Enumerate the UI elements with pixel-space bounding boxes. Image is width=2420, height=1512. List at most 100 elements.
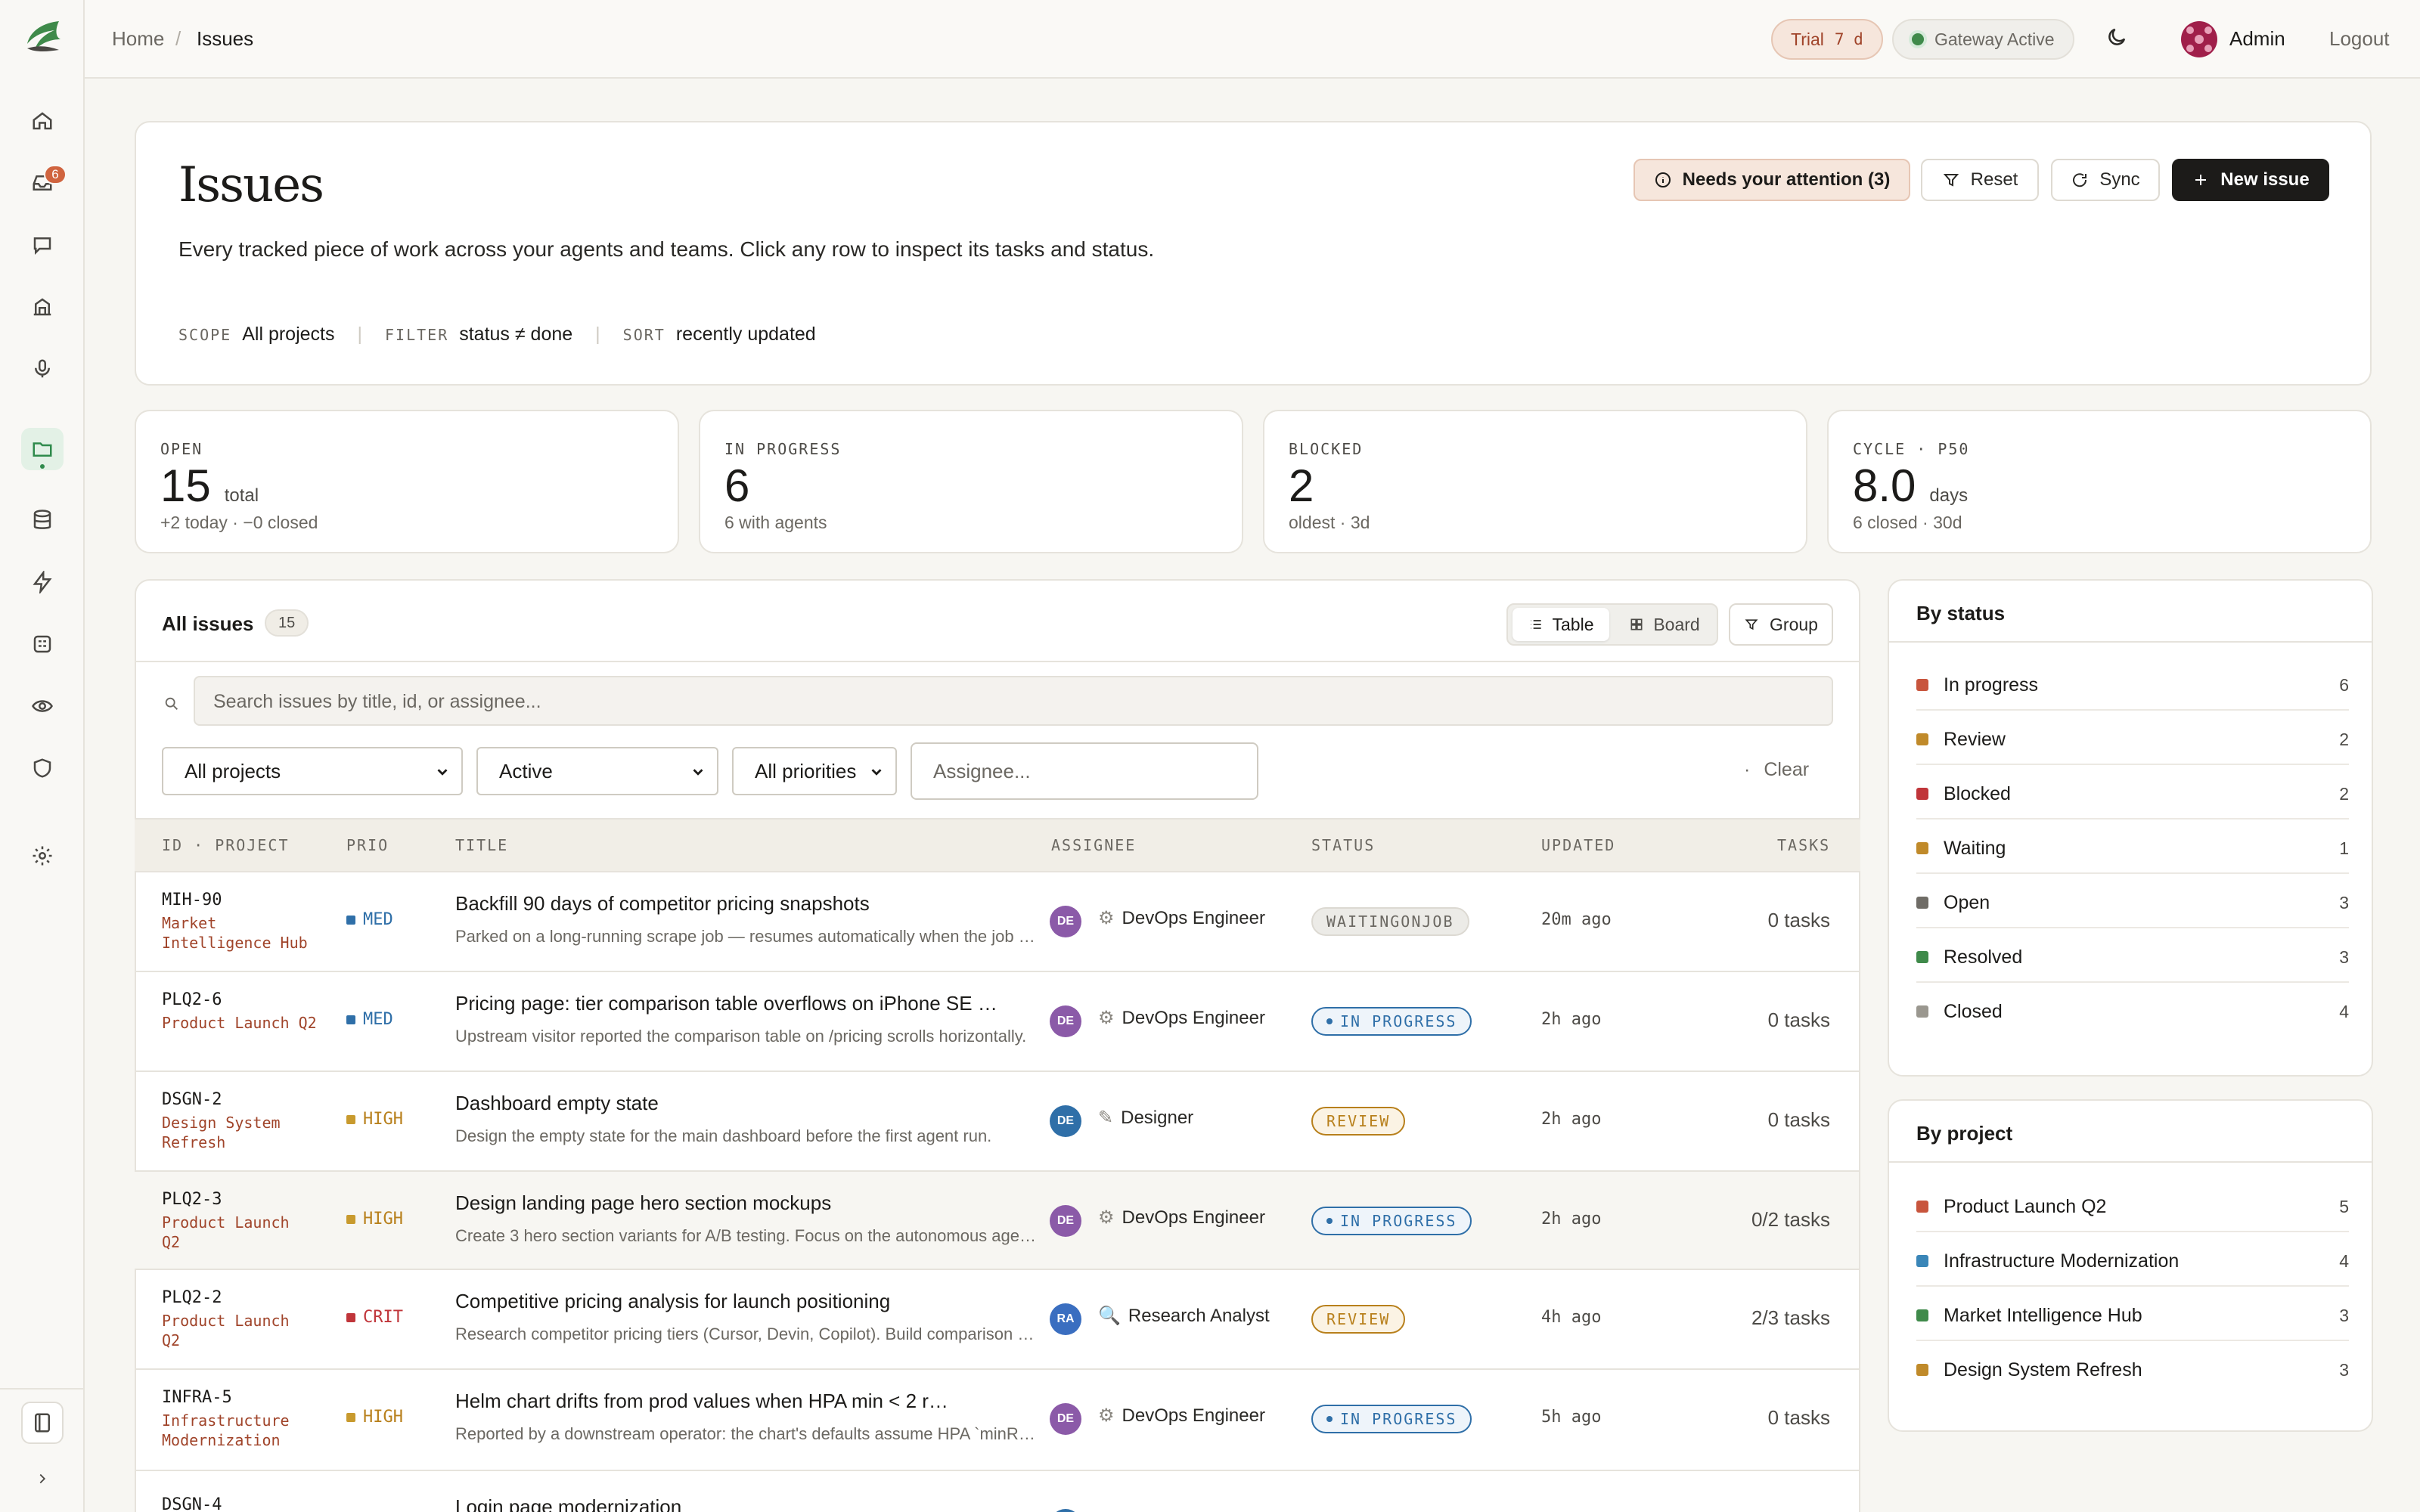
sidebar-expand-button[interactable] <box>21 1458 64 1500</box>
column-header-title[interactable]: TITLE <box>455 836 508 854</box>
column-header-id-project[interactable]: ID · PROJECT <box>162 836 290 854</box>
project-summary-count: 4 <box>2339 1251 2349 1271</box>
nav-home[interactable] <box>21 100 64 142</box>
issues-count-badge: 15 <box>265 609 309 637</box>
theme-toggle[interactable] <box>2105 26 2133 53</box>
project-summary-count: 3 <box>2339 1360 2349 1380</box>
status-badge: WAITINGONJOB <box>1311 907 1469 936</box>
table-row[interactable]: PLQ2-6 Product Launch Q2 MED Pricing pag… <box>135 972 1859 1072</box>
priority-filter-value: All priorities <box>755 759 857 782</box>
nav-organization[interactable] <box>21 286 64 328</box>
by-status-title: By status <box>1916 602 2006 624</box>
assignee-filter-input[interactable]: Assignee... <box>911 742 1258 800</box>
nav-issues[interactable] <box>21 428 64 470</box>
status-summary-row[interactable]: Blocked 2 <box>1916 765 2349 820</box>
stat-value: 15 total <box>160 460 259 512</box>
stat-label: IN PROGRESS <box>724 440 842 458</box>
issue-id: PLQ2-3 <box>162 1190 222 1209</box>
project-filter-select[interactable]: All projects <box>162 747 463 795</box>
table-row[interactable]: DSGN-2 Design System Refresh HIGH Dashbo… <box>135 1072 1859 1172</box>
issue-project: Product Launch Q2 <box>162 1014 317 1032</box>
status-summary-row[interactable]: Resolved 3 <box>1916 928 2349 983</box>
assignee-name: DevOps Engineer <box>1122 907 1265 928</box>
status-label: IN PROGRESS <box>1340 1212 1457 1230</box>
status-summary-row[interactable]: Waiting 1 <box>1916 820 2349 874</box>
clear-filters-button[interactable]: · Clear <box>1744 759 1809 781</box>
status-summary-row[interactable]: Review 2 <box>1916 711 2349 765</box>
status-summary-count: 3 <box>2339 947 2349 967</box>
trial-badge[interactable]: Trial 7 d <box>1771 19 1883 60</box>
table-row[interactable]: PLQ2-2 Product Launch Q2 CRIT Competitiv… <box>135 1270 1859 1370</box>
chevron-down-icon <box>871 769 882 776</box>
status-summary-row[interactable]: Open 3 <box>1916 874 2349 928</box>
priority-label: CRIT <box>363 1308 403 1327</box>
table-row[interactable]: PLQ2-3 Product Launch Q2 HIGH Design lan… <box>135 1172 1859 1270</box>
clear-dot: · <box>1744 759 1751 780</box>
priority-filter-select[interactable]: All priorities <box>732 747 897 795</box>
issue-description: Design the empty state for the main dash… <box>455 1126 992 1145</box>
filter-icon <box>1745 619 1758 631</box>
status-filter-select[interactable]: Active <box>476 747 718 795</box>
status-dot <box>1326 1218 1333 1224</box>
nav-inbox[interactable]: 6 <box>21 162 67 204</box>
avatar[interactable] <box>2181 21 2217 57</box>
status-summary-label: Open <box>1944 892 1990 913</box>
column-header-updated[interactable]: UPDATED <box>1541 836 1615 854</box>
status-summary-row[interactable]: In progress 6 <box>1916 656 2349 711</box>
search-placeholder: Search issues by title, id, or assignee.… <box>213 691 541 712</box>
assignee: ⚙ DevOps Engineer <box>1098 907 1265 929</box>
nav-data[interactable] <box>21 499 64 541</box>
nav-voice[interactable] <box>21 348 64 390</box>
status-summary-label: Resolved <box>1944 947 2023 968</box>
column-header-tasks[interactable]: TASKS <box>1777 836 1830 854</box>
status-summary-row[interactable]: Closed 4 <box>1916 983 2349 1037</box>
nav-chat[interactable] <box>21 224 64 266</box>
status-dot <box>1326 1018 1333 1024</box>
status-label: IN PROGRESS <box>1340 1410 1457 1428</box>
sync-button[interactable]: Sync <box>2051 159 2160 201</box>
user-name[interactable]: Admin <box>2229 27 2285 51</box>
logout-link[interactable]: Logout <box>2329 27 2390 51</box>
nav-security[interactable] <box>21 747 64 789</box>
stat-card-blocked: BLOCKED 2 oldest · 3d <box>1263 410 1807 553</box>
chevron-down-icon <box>693 769 703 776</box>
reset-button[interactable]: Reset <box>1921 159 2039 201</box>
priority-badge: MED <box>346 1010 393 1029</box>
stat-unit: days <box>1929 485 1969 506</box>
breadcrumb-home[interactable]: Home <box>112 27 164 51</box>
view-board-tab[interactable]: Board <box>1615 608 1714 641</box>
project-summary-row[interactable]: Design System Refresh 3 <box>1916 1341 2349 1396</box>
column-header-status[interactable]: STATUS <box>1311 836 1375 854</box>
project-summary-row[interactable]: Product Launch Q2 5 <box>1916 1178 2349 1232</box>
project-summary-label: Product Launch Q2 <box>1944 1196 2107 1217</box>
breadcrumb-separator: / <box>175 27 182 50</box>
app-logo[interactable] <box>21 17 64 59</box>
nav-monitor[interactable] <box>21 685 64 727</box>
table-row[interactable]: INFRA-5 Infrastructure Modernization HIG… <box>135 1370 1859 1471</box>
column-header-assignee[interactable]: ASSIGNEE <box>1051 836 1136 854</box>
project-summary-row[interactable]: Market Intelligence Hub 3 <box>1916 1287 2349 1341</box>
query-summary: SCOPE All projects | FILTER status ≠ don… <box>178 324 816 345</box>
project-summary-label: Design System Refresh <box>1944 1359 2142 1380</box>
needs-attention-button[interactable]: Needs your attention (3) <box>1634 159 1910 201</box>
user-avatar-pattern <box>2186 26 2212 52</box>
issue-project: Infrastructure Modernization <box>162 1411 290 1449</box>
group-button[interactable]: Group <box>1729 603 1833 646</box>
priority-badge: HIGH <box>346 1408 403 1427</box>
nav-dashboard[interactable] <box>21 623 64 665</box>
table-row[interactable]: MIH-90 Market Intelligence Hub MED Backf… <box>135 872 1859 972</box>
trial-label: Trial <box>1791 29 1824 49</box>
nav-settings[interactable] <box>21 835 64 877</box>
nav-automations[interactable] <box>21 561 64 603</box>
column-header-priority[interactable]: PRIO <box>346 836 389 854</box>
microphone-icon <box>35 359 50 378</box>
table-row[interactable]: DSGN-4 Login page modernization <box>135 1471 1859 1512</box>
nav-docs[interactable] <box>21 1402 64 1444</box>
new-issue-button[interactable]: New issue <box>2172 159 2329 201</box>
search-icon <box>163 696 182 714</box>
project-summary-row[interactable]: Infrastructure Modernization 4 <box>1916 1232 2349 1287</box>
priority-badge: CRIT <box>346 1308 403 1327</box>
view-table-tab[interactable]: Table <box>1512 608 1609 641</box>
status-summary-label: Review <box>1944 729 2006 750</box>
search-input[interactable]: Search issues by title, id, or assignee.… <box>194 676 1833 726</box>
